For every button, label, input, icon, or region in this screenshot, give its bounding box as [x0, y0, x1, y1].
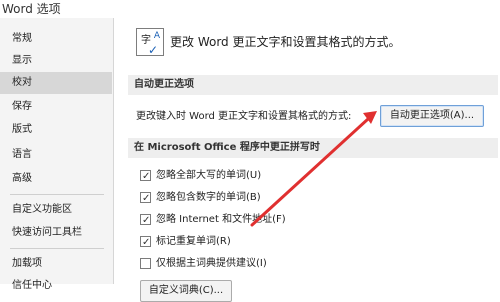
- check-icon: ✓: [142, 171, 151, 182]
- window-title: Word 选项: [2, 2, 61, 16]
- sidebar-divider: [10, 194, 104, 195]
- title-bar: Word 选项: [0, 0, 500, 18]
- section-title: 在 Microsoft Office 程序中更正拼写时: [134, 142, 320, 153]
- sidebar-item-layout[interactable]: 版式: [0, 119, 112, 141]
- checkbox[interactable]: ✓: [140, 214, 151, 226]
- autocorrect-description: 更改键入时 Word 更正文字和设置其格式的方式:: [136, 111, 352, 122]
- option-label: 仅根据主词典提供建议(I): [156, 258, 267, 269]
- option-label: 忽略全部大写的单词(U): [156, 170, 262, 181]
- sidebar-item-trust-center[interactable]: 信任中心: [0, 275, 112, 297]
- custom-dictionaries-button[interactable]: 自定义词典(C)...: [140, 280, 232, 302]
- autocorrect-options-button[interactable]: 自动更正选项(A)...: [380, 105, 484, 127]
- autocorrect-icon-letter: A: [153, 31, 160, 41]
- check-icon: ✓: [142, 215, 151, 226]
- autocorrect-icon: 字 A ✓: [136, 28, 164, 57]
- section-header-autocorrect: 自动更正选项: [128, 75, 498, 95]
- sidebar-item-language[interactable]: 语言: [0, 144, 112, 166]
- option-label: 忽略包含数字的单词(B): [156, 192, 261, 203]
- sidebar-item-quick-access-toolbar[interactable]: 快速访问工具栏: [0, 222, 112, 244]
- option-label: 忽略 Internet 和文件地址(F): [156, 214, 286, 225]
- option-label: 标记重复单词(R): [156, 236, 231, 247]
- sidebar-item-general[interactable]: 常规: [0, 28, 112, 50]
- sidebar-item-addins[interactable]: 加载项: [0, 253, 112, 275]
- checkbox[interactable]: ✓: [140, 170, 151, 182]
- sidebar-item-display[interactable]: 显示: [0, 50, 112, 72]
- options-sidebar: 常规 显示 校对 保存 版式 语言 高级 自定义功能区 快速访问工具栏 加载项 …: [0, 18, 114, 291]
- proofing-panel: 字 A ✓ 更改 Word 更正文字和设置其格式的方式。 自动更正选项 更改键入…: [114, 18, 500, 302]
- sidebar-divider: [10, 248, 104, 249]
- check-icon: ✓: [142, 237, 151, 248]
- sidebar-item-advanced[interactable]: 高级: [0, 168, 112, 190]
- sidebar-item-proofing[interactable]: 校对: [0, 72, 112, 94]
- panel-description: 更改 Word 更正文字和设置其格式的方式。: [170, 35, 401, 49]
- check-icon: ✓: [148, 43, 159, 57]
- section-header-spelling: 在 Microsoft Office 程序中更正拼写时: [128, 138, 498, 158]
- sidebar-item-save[interactable]: 保存: [0, 96, 112, 118]
- checkbox[interactable]: ✓: [140, 236, 151, 248]
- checkbox[interactable]: [140, 258, 151, 269]
- checkbox[interactable]: ✓: [140, 192, 151, 204]
- section-title: 自动更正选项: [134, 79, 194, 90]
- check-icon: ✓: [142, 193, 151, 204]
- sidebar-item-customize-ribbon[interactable]: 自定义功能区: [0, 199, 112, 221]
